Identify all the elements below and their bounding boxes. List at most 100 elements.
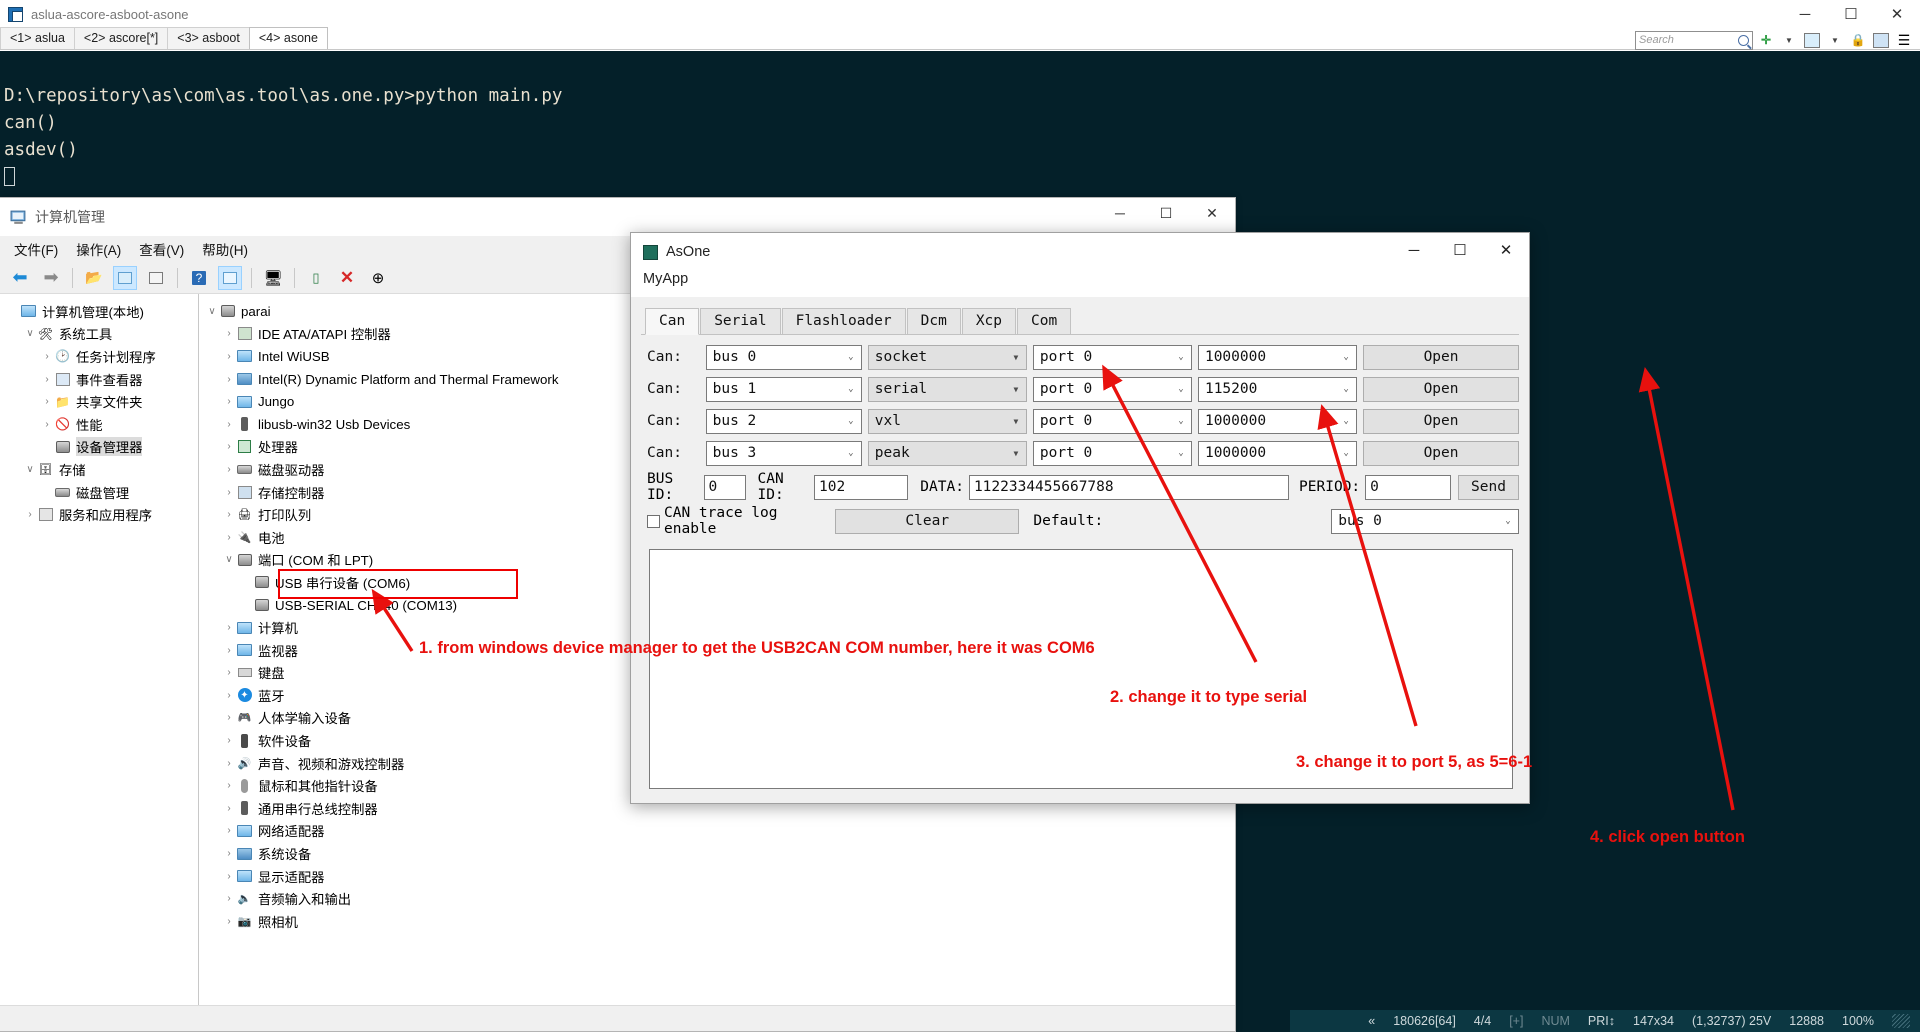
- chevron-right-icon[interactable]: ›: [222, 487, 236, 498]
- console-maximize-button[interactable]: ☐: [1828, 0, 1874, 28]
- chevron-right-icon[interactable]: ›: [222, 690, 236, 701]
- tree-item[interactable]: › 📁 共享文件夹: [0, 390, 198, 413]
- cm-maximize-button[interactable]: ☐: [1143, 198, 1189, 228]
- chevron-right-icon[interactable]: ›: [40, 396, 54, 407]
- chevron-right-icon[interactable]: ›: [222, 803, 236, 814]
- forward-arrow-icon[interactable]: ➡: [39, 266, 63, 290]
- tree-item[interactable]: 磁盘管理: [0, 481, 198, 504]
- console-tab-ascore[interactable]: <2> ascore[*]: [73, 27, 169, 49]
- tab-serial[interactable]: Serial: [700, 308, 781, 334]
- split-view-dropdown-icon[interactable]: ▼: [1825, 31, 1845, 50]
- can-row-1-port-select[interactable]: port 0 ⌄: [1032, 376, 1192, 402]
- chevron-down-icon[interactable]: ∨: [205, 306, 219, 317]
- chevron-right-icon[interactable]: ›: [222, 780, 236, 791]
- detail-view-icon[interactable]: [218, 265, 242, 290]
- can-row-3-port-select[interactable]: port 0 ⌄: [1032, 440, 1192, 466]
- can-row-0-port-select[interactable]: port 0 ⌄: [1032, 344, 1192, 370]
- chevron-right-icon[interactable]: ›: [222, 916, 236, 927]
- chevron-right-icon[interactable]: ›: [23, 509, 37, 520]
- chevron-right-icon[interactable]: ›: [222, 441, 236, 452]
- can-row-2-driver-select[interactable]: vxl ▼: [867, 408, 1027, 434]
- chevron-right-icon[interactable]: ›: [222, 374, 236, 385]
- chevron-right-icon[interactable]: ›: [222, 645, 236, 656]
- console-tab-aslua[interactable]: <1> aslua: [0, 27, 75, 49]
- tree-item[interactable]: › 事件查看器: [0, 368, 198, 391]
- tree-item[interactable]: › 🔈 音频输入和输出: [199, 887, 1235, 910]
- chevron-right-icon[interactable]: ›: [222, 758, 236, 769]
- menu-view[interactable]: 查看(V): [139, 239, 184, 259]
- chevron-right-icon[interactable]: ›: [40, 419, 54, 430]
- tab-can[interactable]: Can: [645, 308, 700, 335]
- lock-icon[interactable]: 🔒: [1848, 31, 1868, 50]
- can-trace-log-checkbox[interactable]: CAN trace log enable: [641, 505, 795, 537]
- chevron-down-icon[interactable]: ∨: [23, 464, 37, 475]
- chevron-right-icon[interactable]: ›: [222, 871, 236, 882]
- chevron-right-icon[interactable]: ›: [222, 419, 236, 430]
- tab-xcp[interactable]: Xcp: [961, 308, 1017, 334]
- menu-file[interactable]: 文件(F): [14, 239, 58, 259]
- default-bus-select[interactable]: bus 0 ⌄: [1331, 508, 1519, 534]
- tree-item[interactable]: ∨ 🛠 系统工具: [0, 323, 198, 346]
- can-row-1-bus-select[interactable]: bus 1 ⌄: [705, 376, 862, 402]
- data-input[interactable]: 1122334455667788: [968, 474, 1290, 500]
- can-row-3-driver-select[interactable]: peak ▼: [867, 440, 1027, 466]
- can-row-2-bus-select[interactable]: bus 2 ⌄: [705, 408, 862, 434]
- tree-item[interactable]: 计算机管理(本地): [0, 300, 198, 323]
- console-tab-asone[interactable]: <4> asone: [248, 27, 328, 49]
- scan-hardware-icon[interactable]: 🖥: [261, 266, 285, 290]
- tree-item[interactable]: › 网络适配器: [199, 820, 1235, 843]
- can-row-2-port-select[interactable]: port 0 ⌄: [1032, 408, 1192, 434]
- show-console-tree-icon[interactable]: [113, 265, 137, 290]
- can-row-3-baud-select[interactable]: 1000000 ⌄: [1197, 440, 1358, 466]
- bus-id-input[interactable]: 0: [703, 474, 746, 500]
- tree-item[interactable]: › 系统设备: [199, 842, 1235, 865]
- tree-item[interactable]: › 🕑 任务计划程序: [0, 345, 198, 368]
- chevron-down-icon[interactable]: ∨: [23, 328, 37, 339]
- can-row-2-open-button[interactable]: Open: [1363, 408, 1520, 434]
- asone-close-button[interactable]: ✕: [1483, 233, 1529, 267]
- uninstall-device-icon[interactable]: ✕: [335, 266, 359, 290]
- chevron-right-icon[interactable]: ›: [222, 848, 236, 859]
- can-row-0-baud-select[interactable]: 1000000 ⌄: [1197, 344, 1358, 370]
- send-button[interactable]: Send: [1458, 474, 1519, 500]
- chevron-right-icon[interactable]: ›: [222, 622, 236, 633]
- chevron-right-icon[interactable]: ›: [222, 328, 236, 339]
- chevron-right-icon[interactable]: ›: [222, 667, 236, 678]
- chevron-right-icon[interactable]: ›: [222, 712, 236, 723]
- can-row-1-driver-select[interactable]: serial ▼: [867, 376, 1027, 402]
- chevron-right-icon[interactable]: ›: [222, 532, 236, 543]
- menu-help[interactable]: 帮助(H): [202, 239, 248, 259]
- tab-flashloader[interactable]: Flashloader: [781, 308, 906, 334]
- back-arrow-icon[interactable]: ⬅: [8, 266, 32, 290]
- menu-icon[interactable]: ☰: [1894, 31, 1914, 50]
- chevron-right-icon[interactable]: ›: [222, 825, 236, 836]
- split-view-button[interactable]: [1802, 31, 1822, 50]
- new-tab-dropdown-icon[interactable]: ▼: [1779, 31, 1799, 50]
- menu-action[interactable]: 操作(A): [76, 239, 121, 259]
- chevron-right-icon[interactable]: ›: [222, 509, 236, 520]
- console-minimize-button[interactable]: ─: [1782, 0, 1828, 28]
- console-tree-panel[interactable]: 计算机管理(本地) ∨ 🛠 系统工具 › 🕑 任务计划程序 › 事件查看器 › 📁 共享文件夹 › 🚫 性能…: [0, 294, 199, 1005]
- chevron-down-icon[interactable]: ∨: [222, 554, 236, 565]
- tree-item[interactable]: 设备管理器: [0, 436, 198, 459]
- tree-item[interactable]: › 📷 照相机: [199, 910, 1235, 933]
- can-row-0-bus-select[interactable]: bus 0 ⌄: [705, 344, 862, 370]
- properties-icon[interactable]: [144, 266, 168, 290]
- can-row-1-open-button[interactable]: Open: [1363, 376, 1520, 402]
- tab-dcm[interactable]: Dcm: [906, 308, 961, 334]
- tree-item[interactable]: › 显示适配器: [199, 865, 1235, 888]
- resize-grip-icon[interactable]: [1892, 1014, 1910, 1028]
- asone-minimize-button[interactable]: ─: [1391, 233, 1437, 267]
- search-input[interactable]: Search: [1635, 30, 1753, 50]
- chevron-right-icon[interactable]: ›: [40, 351, 54, 362]
- tree-item[interactable]: › 服务和应用程序: [0, 503, 198, 526]
- can-row-1-baud-select[interactable]: 115200 ⌄: [1197, 376, 1358, 402]
- chevron-right-icon[interactable]: ›: [222, 464, 236, 475]
- can-id-input[interactable]: 102: [814, 474, 909, 500]
- download-icon[interactable]: ⊕: [366, 266, 390, 290]
- can-row-0-driver-select[interactable]: socket ▼: [867, 344, 1027, 370]
- new-tab-button[interactable]: ✛: [1756, 31, 1776, 50]
- clear-button[interactable]: Clear: [835, 508, 1020, 534]
- asone-maximize-button[interactable]: ☐: [1437, 233, 1483, 267]
- tab-com[interactable]: Com: [1017, 308, 1072, 334]
